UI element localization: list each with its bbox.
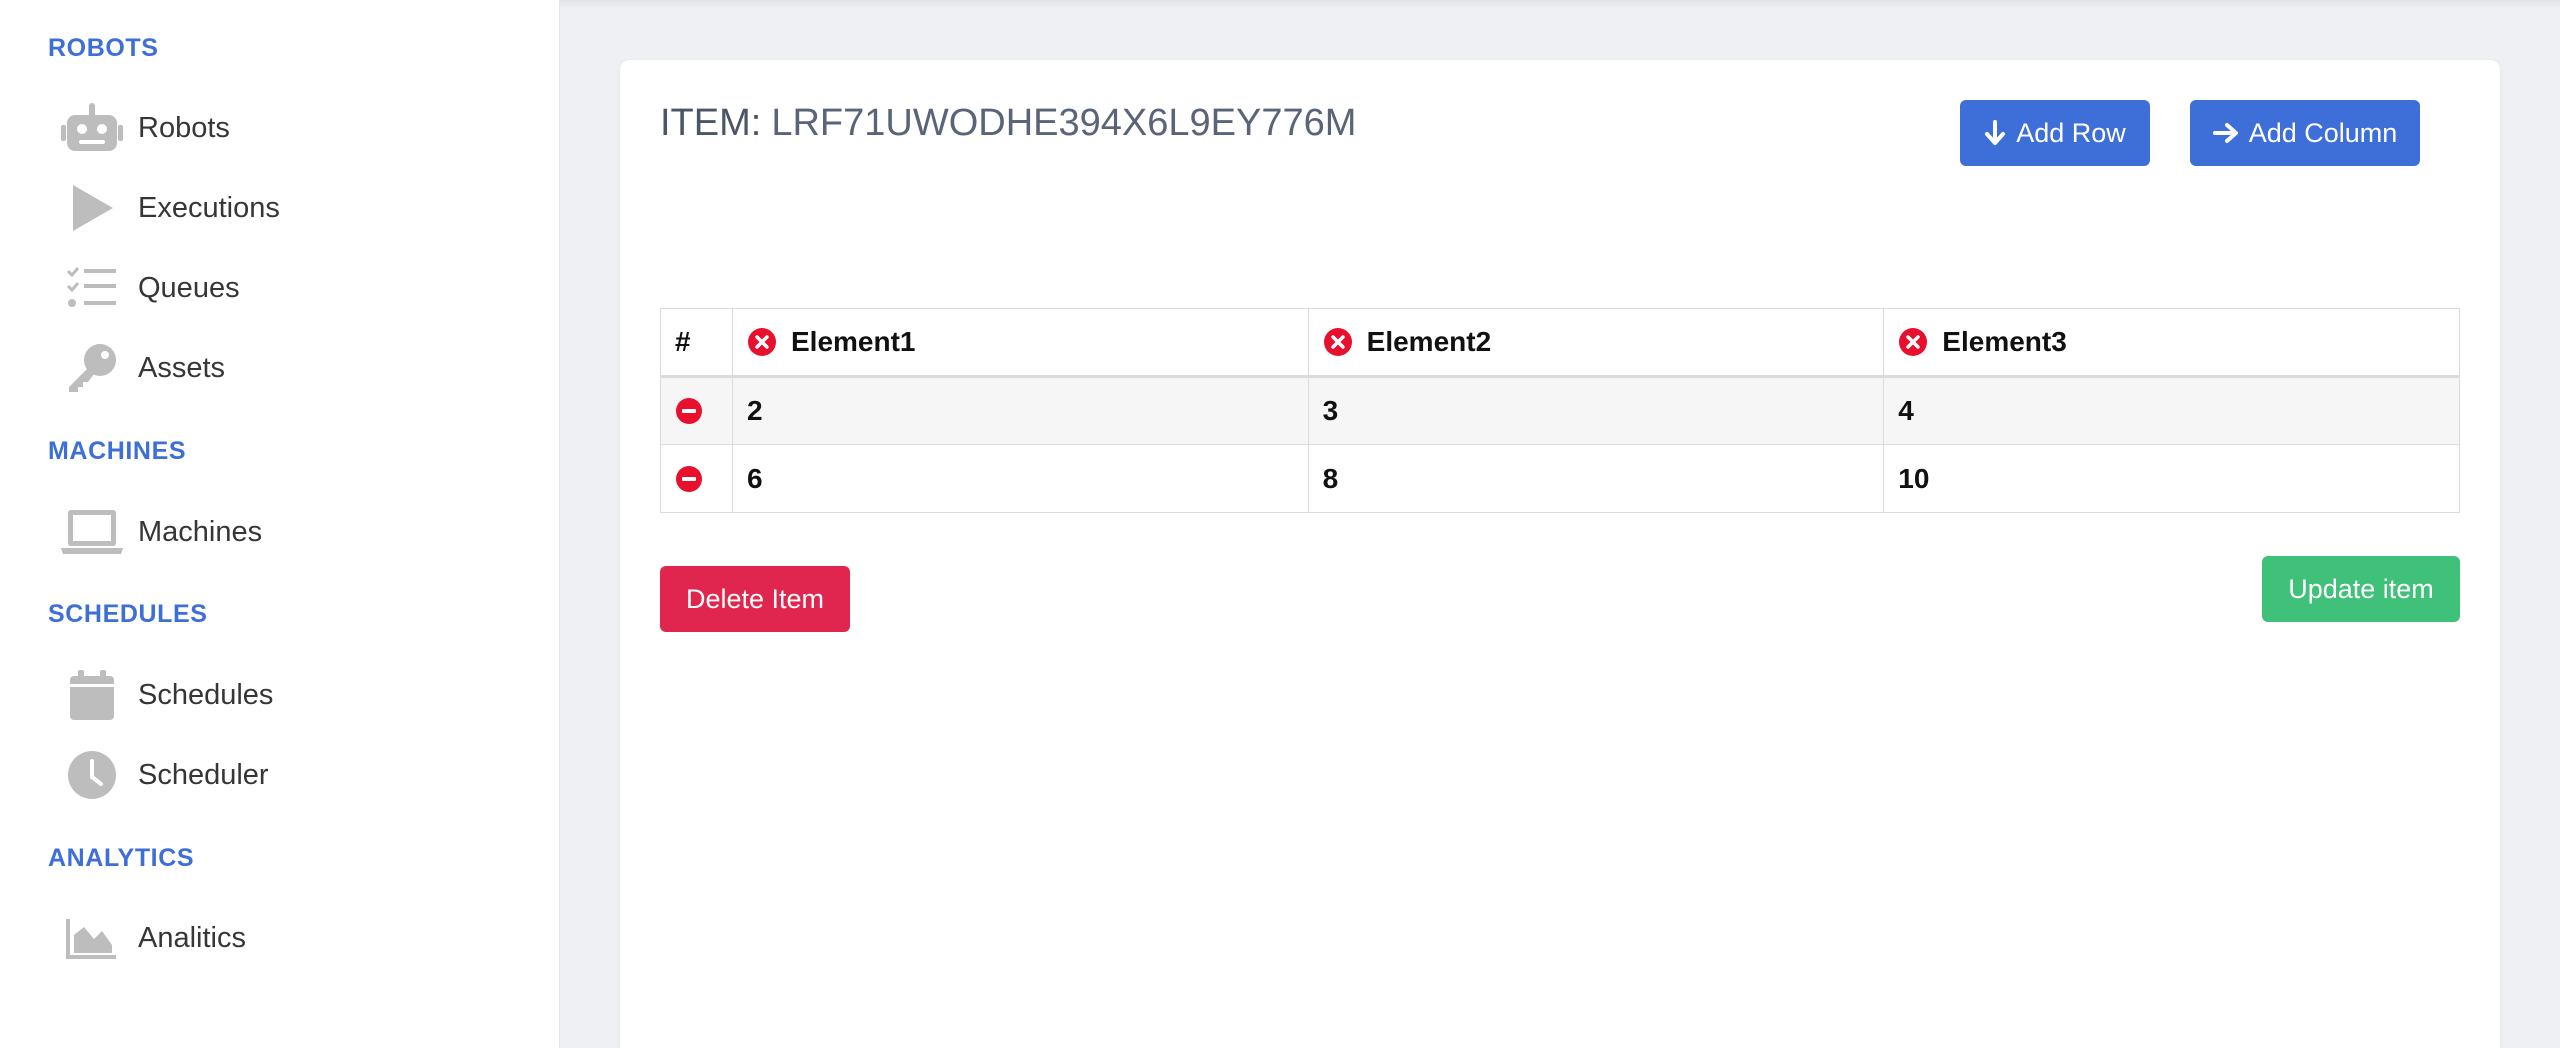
calendar-icon [56,663,128,727]
column-header-label: Element3 [1942,326,2067,357]
table-header-row: # Element1 Element2 Element3 [660,308,2460,378]
section-title-analytics: ANALYTICS [48,844,195,872]
sidebar-item-label: Machines [138,515,263,548]
table-cell[interactable]: 4 [1883,376,2460,445]
table-row: 6 8 10 [660,444,2460,513]
add-row-label: Add Row [2016,117,2126,148]
hash-header: # [660,308,733,378]
section-title-robots: ROBOTS [48,34,159,62]
column-header: Element3 [1883,308,2460,378]
table-cell[interactable]: 6 [731,444,1309,513]
laptop-icon [56,500,128,564]
section-title-schedules: SCHEDULES [48,600,208,628]
sidebar-item-label: Executions [138,191,280,224]
column-header-label: Element1 [790,326,916,357]
remove-column-icon[interactable] [1898,327,1928,357]
page-title: ITEM: LRF71UWODHE394X6L9EY776M [660,102,1356,145]
item-table: # Element1 Element2 Element3 2 3 4 6 8 1… [660,308,2460,513]
sidebar-item-label: Assets [138,351,226,384]
arrow-down-icon [1984,120,2016,146]
column-header: Element2 [1307,308,1885,378]
item-id: LRF71UWODHE394X6L9EY776M [771,102,1357,144]
sidebar-item-executions[interactable]: Executions [56,176,516,240]
table-cell[interactable]: 8 [1307,444,1885,513]
robot-icon [56,96,128,160]
sidebar-item-queues[interactable]: Queues [56,256,516,320]
delete-item-button[interactable]: Delete Item [660,566,850,632]
remove-row-icon[interactable] [675,465,718,493]
play-icon [56,176,128,240]
area-chart-icon [56,906,128,970]
item-card: ITEM: LRF71UWODHE394X6L9EY776M Add Row A… [620,60,2500,1048]
remove-row-icon[interactable] [675,397,718,425]
table-cell[interactable]: 3 [1307,376,1885,445]
row-action-cell [660,444,733,513]
add-row-button[interactable]: Add Row [1960,100,2150,166]
sidebar-item-scheduler[interactable]: Scheduler [56,743,516,807]
item-title-prefix: ITEM: [660,102,762,144]
sidebar-item-label: Analitics [138,921,246,954]
sidebar-item-robots[interactable]: Robots [56,96,516,160]
sidebar-item-label: Queues [138,271,240,304]
table-cell[interactable]: 2 [731,376,1309,445]
sidebar-item-assets[interactable]: Assets [56,336,516,400]
add-column-label: Add Column [2248,117,2398,148]
clock-icon [56,743,128,807]
table-row: 2 3 4 [660,376,2460,445]
sidebar-item-label: Schedules [138,678,274,711]
sidebar-item-schedules[interactable]: Schedules [56,663,516,727]
table-cell[interactable]: 10 [1883,444,2460,513]
sidebar: ROBOTS Robots Executions Queues Assets M… [0,0,560,1048]
remove-column-icon[interactable] [747,327,777,357]
sidebar-item-label: Robots [138,111,230,144]
column-header: Element1 [731,308,1309,378]
sidebar-item-analitics[interactable]: Analitics [56,906,516,970]
sidebar-item-label: Scheduler [138,758,269,791]
update-item-button[interactable]: Update item [2262,556,2460,622]
column-header-label: Element2 [1366,326,1492,357]
remove-column-icon[interactable] [1323,327,1353,357]
sidebar-item-machines[interactable]: Machines [56,500,516,564]
row-action-cell [660,376,733,445]
key-icon [56,336,128,400]
arrow-right-icon [2212,122,2249,144]
topbar-shadow [560,0,2560,8]
section-title-machines: MACHINES [48,437,187,465]
tasks-icon [56,256,128,320]
add-column-button[interactable]: Add Column [2190,100,2420,166]
